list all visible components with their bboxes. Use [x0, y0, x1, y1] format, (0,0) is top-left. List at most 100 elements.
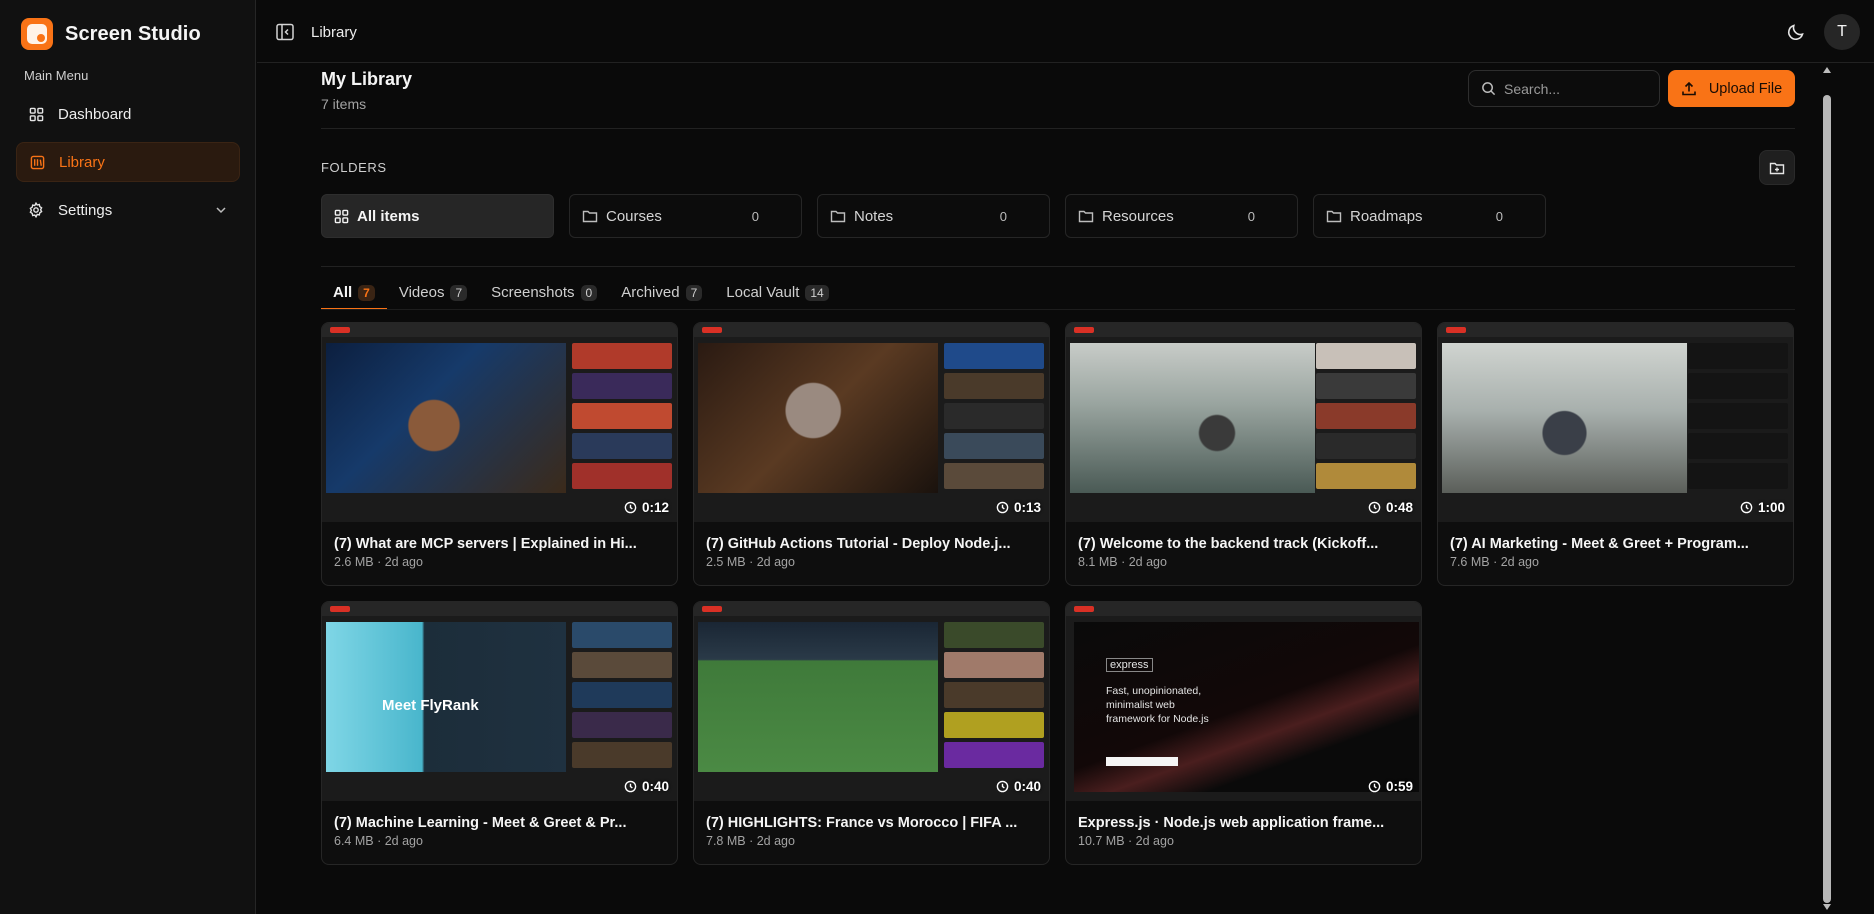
media-title[interactable]: (7) What are MCP servers | Explained in …	[334, 536, 637, 552]
upload-file-button[interactable]: Upload File	[1668, 70, 1795, 107]
sidebar-nav: Dashboard Library Settings	[16, 94, 240, 238]
tab-label: Archived	[621, 284, 680, 301]
related-videos	[572, 343, 672, 518]
media-title[interactable]: Express.js · Node.js web application fra…	[1078, 815, 1384, 831]
gear-icon	[28, 202, 44, 218]
tab-videos[interactable]: Videos 7	[387, 276, 479, 309]
folder-label: Roadmaps	[1350, 207, 1423, 225]
duration-badge: 0:13	[996, 500, 1041, 515]
video-thumbnail[interactable]: 0:13	[694, 323, 1049, 522]
video-thumbnail[interactable]: 1:00	[1438, 323, 1793, 522]
media-card[interactable]: express Fast, unopinionated, minimalist …	[1065, 601, 1422, 865]
folder-roadmaps[interactable]: Roadmaps 0	[1313, 194, 1546, 238]
sidebar: Screen Studio Main Menu Dashboard Librar…	[0, 0, 256, 914]
breadcrumb[interactable]: Library	[311, 24, 357, 41]
tab-local-vault[interactable]: Local Vault 14	[714, 276, 840, 309]
browser-bar	[322, 602, 677, 616]
duration-text: 0:59	[1385, 779, 1413, 794]
tab-all[interactable]: All 7	[321, 276, 387, 310]
folder-icon	[830, 208, 846, 224]
tab-archived[interactable]: Archived 7	[609, 276, 714, 309]
video-thumbnail[interactable]: 0:40	[694, 602, 1049, 801]
video-thumbnail[interactable]: 0:48	[1066, 323, 1421, 522]
duration-badge: 0:59	[1368, 779, 1413, 794]
media-title[interactable]: (7) Machine Learning - Meet & Greet & Pr…	[334, 815, 626, 831]
media-meta: 7.6 MB · 2d ago	[1450, 555, 1539, 569]
grid-icon	[28, 106, 44, 122]
media-meta: 2.5 MB · 2d ago	[706, 555, 795, 569]
divider	[321, 309, 1795, 310]
related-videos	[1316, 343, 1416, 518]
scrollbar-thumb[interactable]	[1823, 95, 1831, 903]
app-name: Screen Studio	[65, 22, 201, 45]
tab-label: Screenshots	[491, 284, 575, 301]
video-frame	[326, 343, 566, 493]
media-title[interactable]: (7) HIGHLIGHTS: France vs Morocco | FIFA…	[706, 815, 1017, 831]
topbar: Library T	[257, 0, 1874, 63]
item-count: 7 items	[321, 96, 367, 112]
media-title[interactable]: (7) Welcome to the backend track (Kickof…	[1078, 536, 1378, 552]
media-card[interactable]: 0:13 (7) GitHub Actions Tutorial - Deplo…	[693, 322, 1050, 586]
folder-plus-icon	[1769, 160, 1785, 176]
media-card[interactable]: 0:40 (7) HIGHLIGHTS: France vs Morocco |…	[693, 601, 1050, 865]
moon-icon[interactable]	[1786, 22, 1806, 42]
tab-screenshots[interactable]: Screenshots 0	[479, 276, 609, 309]
media-meta: 10.7 MB · 2d ago	[1078, 834, 1174, 848]
folder-icon	[1078, 208, 1094, 224]
chevron-down-icon[interactable]	[214, 203, 228, 217]
media-card[interactable]: 0:48 (7) Welcome to the backend track (K…	[1065, 322, 1422, 586]
tab-count-badge: 7	[685, 284, 703, 301]
related-videos	[944, 343, 1044, 518]
duration-text: 0:13	[1013, 500, 1041, 515]
new-folder-button[interactable]	[1759, 150, 1795, 185]
search-box[interactable]	[1468, 70, 1660, 107]
sidebar-item-settings[interactable]: Settings	[16, 190, 240, 230]
sidebar-toggle-icon[interactable]	[275, 22, 295, 42]
tab-label: Videos	[398, 284, 445, 301]
sidebar-item-library[interactable]: Library	[16, 142, 240, 182]
clock-icon	[996, 501, 1009, 514]
tab-count-badge: 14	[805, 284, 829, 301]
upload-icon	[1681, 81, 1697, 97]
sidebar-item-label: Dashboard	[58, 105, 132, 123]
browser-bar	[1066, 602, 1421, 616]
sidebar-item-dashboard[interactable]: Dashboard	[16, 94, 240, 134]
upload-file-label: Upload File	[1708, 80, 1783, 97]
related-videos	[572, 622, 672, 797]
media-card[interactable]: 0:12 (7) What are MCP servers | Explaine…	[321, 322, 678, 586]
clock-icon	[624, 501, 637, 514]
scroll-up-arrow-icon[interactable]	[1823, 67, 1831, 73]
brand[interactable]: Screen Studio	[21, 18, 201, 50]
folder-all-items[interactable]: All items	[321, 194, 554, 238]
folder-list: All items Courses 0 Notes 0 Resources 0	[321, 194, 1546, 238]
avatar[interactable]: T	[1824, 14, 1860, 50]
browser-bar	[1066, 323, 1421, 337]
media-title[interactable]: (7) AI Marketing - Meet & Greet + Progra…	[1450, 536, 1749, 552]
browser-bar	[694, 602, 1049, 616]
scrollbar[interactable]	[1820, 63, 1834, 914]
folders-label: FOLDERS	[321, 160, 387, 175]
folder-label: Courses	[606, 207, 662, 225]
duration-text: 1:00	[1757, 500, 1785, 515]
folder-count: 0	[751, 208, 759, 224]
folder-label: Resources	[1102, 207, 1174, 225]
tab-label: All	[333, 284, 353, 301]
page-title: My Library	[321, 69, 413, 89]
folder-courses[interactable]: Courses 0	[569, 194, 802, 238]
video-thumbnail[interactable]: 0:12	[322, 323, 677, 522]
scroll-down-arrow-icon[interactable]	[1823, 904, 1831, 910]
search-input[interactable]	[1504, 80, 1644, 97]
duration-text: 0:40	[1013, 779, 1041, 794]
video-thumbnail[interactable]: express Fast, unopinionated, minimalist …	[1066, 602, 1421, 801]
media-card[interactable]: 1:00 (7) AI Marketing - Meet & Greet + P…	[1437, 322, 1794, 586]
folder-resources[interactable]: Resources 0	[1065, 194, 1298, 238]
video-thumbnail[interactable]: Meet FlyRank 0:40	[322, 602, 677, 801]
media-title[interactable]: (7) GitHub Actions Tutorial - Deploy Nod…	[706, 536, 1011, 552]
clock-icon	[1740, 501, 1753, 514]
media-meta: 6.4 MB · 2d ago	[334, 834, 423, 848]
folder-count: 0	[999, 208, 1007, 224]
folder-notes[interactable]: Notes 0	[817, 194, 1050, 238]
main-menu-label: Main Menu	[24, 68, 89, 83]
duration-badge: 1:00	[1740, 500, 1785, 515]
media-card[interactable]: Meet FlyRank 0:40 (7) Machine Learning -…	[321, 601, 678, 865]
